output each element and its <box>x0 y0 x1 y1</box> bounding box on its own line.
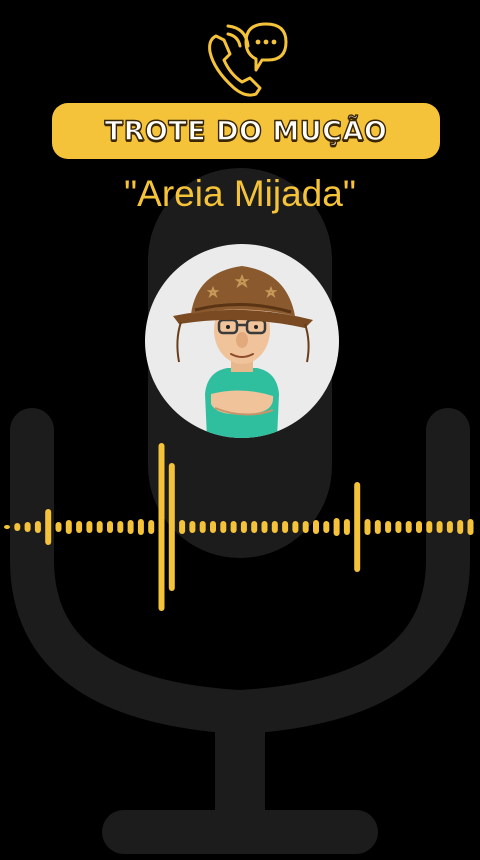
waveform-bar <box>86 521 93 533</box>
waveform-bar <box>220 521 227 533</box>
waveform-bar <box>96 521 103 533</box>
waveform-bar <box>24 522 31 532</box>
waveform-bar <box>148 520 155 534</box>
waveform-bar <box>14 523 21 531</box>
waveform-bar <box>446 521 453 533</box>
cartoon-old-man-avatar <box>173 266 313 438</box>
waveform-bar <box>210 521 216 533</box>
waveform-bar <box>313 520 319 534</box>
waveform-bar <box>385 521 392 533</box>
subtitle-text: "Areia Mijada" <box>124 173 356 214</box>
waveform-bar <box>282 521 289 533</box>
waveform-bar <box>117 521 124 533</box>
waveform-bar <box>107 521 113 533</box>
waveform-bar <box>374 520 381 534</box>
waveform-bar <box>354 482 361 572</box>
waveform-bar <box>179 520 186 534</box>
waveform-bar <box>137 519 144 535</box>
waveform-bar <box>364 519 371 535</box>
phone-call-chat-icon <box>208 22 288 97</box>
waveform-bar <box>251 521 258 533</box>
waveform-bar <box>405 521 412 533</box>
waveform-bar <box>436 521 443 533</box>
waveform-bar <box>4 525 10 529</box>
audio-card: TROTE DO MUÇÃO "Areia Mijada" <box>0 0 480 860</box>
waveform-bar <box>76 521 83 533</box>
waveform-bar <box>302 521 309 533</box>
waveform-bar <box>240 521 247 533</box>
waveform-bar <box>199 521 206 533</box>
audio-waveform-icon <box>4 443 474 611</box>
title-banner: TROTE DO MUÇÃO <box>52 103 440 159</box>
waveform-bar <box>395 521 402 533</box>
waveform-bar <box>343 519 350 535</box>
avatar <box>145 244 339 438</box>
waveform-bar <box>416 521 422 533</box>
waveform-bar <box>65 520 72 534</box>
waveform-bar <box>34 521 41 533</box>
waveform-bar <box>333 518 340 536</box>
waveform-bar <box>292 521 299 533</box>
waveform-bar <box>323 521 330 533</box>
waveform-bar <box>271 521 278 533</box>
waveform-bar <box>457 520 464 534</box>
waveform-bar <box>261 521 268 533</box>
waveform-bar <box>189 521 196 533</box>
waveform-bar <box>230 521 237 533</box>
waveform-bar <box>168 463 175 591</box>
waveform-bar <box>45 509 52 545</box>
title-text: TROTE DO MUÇÃO <box>104 115 388 147</box>
waveform-bar <box>55 522 62 532</box>
waveform-bar <box>127 520 134 534</box>
waveform-bar <box>467 519 474 535</box>
waveform-bar <box>158 443 165 611</box>
waveform-bar <box>426 521 433 533</box>
